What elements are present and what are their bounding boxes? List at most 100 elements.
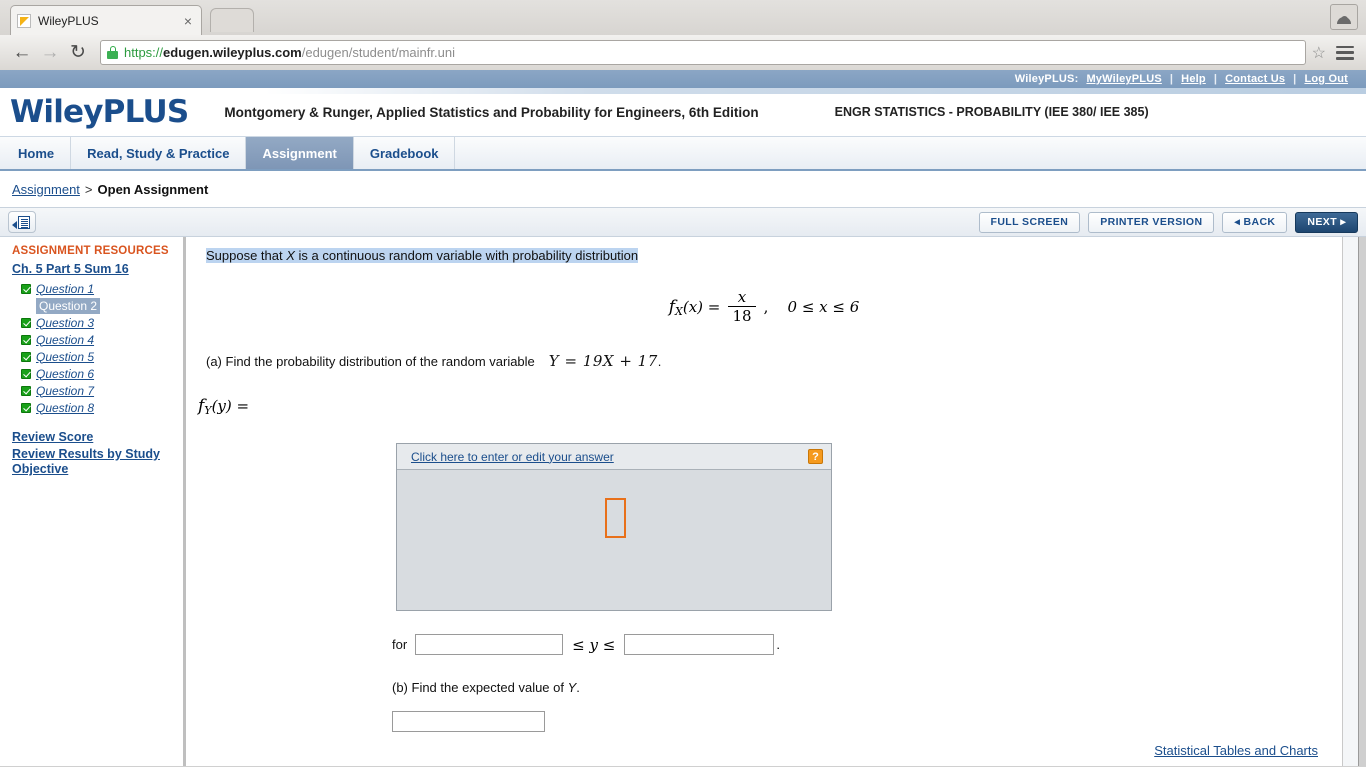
review-score-link[interactable]: Review Score — [12, 430, 172, 445]
browser-chrome: WileyPLUS × ← → ↻ https://edugen.wileypl… — [0, 0, 1366, 70]
reload-icon[interactable]: ↻ — [64, 39, 92, 67]
browser-menu-icon[interactable] — [1336, 45, 1354, 60]
open-equation-editor-link[interactable]: Click here to enter or edit your answer — [411, 450, 808, 464]
answer-editor-canvas[interactable] — [397, 470, 831, 610]
help-icon[interactable]: ? — [808, 449, 823, 464]
browser-nav-bar: ← → ↻ https://edugen.wileyplus.com/eduge… — [0, 35, 1366, 70]
browser-tab-strip: WileyPLUS × — [0, 0, 1366, 35]
next-button[interactable]: NEXT ▸ — [1295, 211, 1358, 233]
answer-editor-panel[interactable]: Click here to enter or edit your answer … — [396, 443, 832, 611]
part-b-prompt: (b) Find the expected value of Y. — [392, 680, 1342, 695]
completed-check-icon — [21, 385, 31, 396]
range-row: for ≤ y ≤ . — [392, 634, 1342, 655]
question-label: Question 6 — [36, 366, 95, 381]
breadcrumb-separator: > — [84, 181, 93, 197]
fraction-numerator: x — [737, 288, 747, 306]
question-label: Question 1 — [36, 281, 95, 296]
url-domain: edugen.wileyplus.com — [163, 45, 302, 60]
url-path: /edugen/student/mainfr.uni — [301, 45, 455, 60]
printer-version-button[interactable]: PRINTER VERSION — [1088, 211, 1215, 233]
breadcrumb: Assignment > Open Assignment — [0, 171, 1366, 207]
breadcrumb-assignment-link[interactable]: Assignment — [12, 182, 80, 197]
content-scrollbar[interactable] — [1342, 237, 1358, 766]
log-out-link[interactable]: Log Out — [1304, 73, 1348, 85]
part-a-expression: Y = 19X + 17 — [548, 352, 658, 370]
sidebar-item-question-7[interactable]: Question 7 — [12, 382, 183, 399]
sidebar-item-question-5[interactable]: Question 5 — [12, 348, 183, 365]
mywileyplus-link[interactable]: MyWileyPLUS — [1086, 73, 1161, 85]
address-bar[interactable]: https://edugen.wileyplus.com/edugen/stud… — [100, 40, 1306, 65]
stem-text-post: is a continuous random variable with pro… — [294, 248, 639, 263]
answer-editor-header: Click here to enter or edit your answer … — [397, 444, 831, 470]
completed-check-icon — [21, 334, 31, 345]
formula-domain: 0 ≤ x ≤ 6 — [787, 298, 860, 316]
page-scrollbar[interactable] — [1358, 237, 1366, 766]
part-b-answer-input[interactable] — [392, 711, 545, 732]
tab-gradebook[interactable]: Gradebook — [354, 137, 456, 169]
primary-nav-tabs: Home Read, Study & Practice Assignment G… — [0, 136, 1366, 171]
wileyplus-header: WileyPLUS Montgomery & Runger, Applied S… — [0, 88, 1366, 136]
fy-label: fY(y) = — [198, 396, 1342, 417]
sidebar-item-question-8[interactable]: Question 8 — [12, 399, 183, 416]
sidebar-item-question-6[interactable]: Question 6 — [12, 365, 183, 382]
section-title: ENGR STATISTICS - PROBABILITY (IEE 380/ … — [834, 105, 1149, 119]
part-a-text: (a) Find the probability distribution of… — [206, 354, 535, 369]
back-button[interactable]: ◂ BACK — [1222, 211, 1288, 233]
utility-separator-1: | — [1169, 73, 1174, 85]
completed-check-icon — [21, 368, 31, 379]
assignment-toolbar: FULL SCREEN PRINTER VERSION ◂ BACK NEXT … — [0, 207, 1366, 237]
formula-comma: , — [763, 298, 769, 316]
range-lower-input[interactable] — [415, 634, 564, 655]
sidebar-item-question-2[interactable]: Question 2 — [12, 297, 183, 314]
toolbar-actions: FULL SCREEN PRINTER VERSION ◂ BACK NEXT … — [978, 211, 1358, 233]
lock-icon — [107, 46, 118, 59]
wileyplus-utility-bar: WileyPLUS: MyWileyPLUS | Help | Contact … — [0, 70, 1366, 88]
completed-check-icon — [21, 402, 31, 413]
formula-subscript-x: X — [675, 305, 683, 318]
sidebar-secondary-links: Review Score Review Results by Study Obj… — [12, 430, 183, 477]
back-icon[interactable]: ← — [8, 39, 36, 67]
help-link[interactable]: Help — [1181, 73, 1206, 85]
fy-subscript-y: Y — [204, 404, 212, 417]
question-stem: Suppose that X is a continuous random va… — [206, 248, 639, 263]
sidebar-chapter-link[interactable]: Ch. 5 Part 5 Sum 16 — [12, 262, 183, 276]
sidebar-title: ASSIGNMENT RESOURCES — [12, 245, 169, 257]
range-for-label: for — [392, 637, 408, 652]
question-label: Question 3 — [36, 315, 95, 330]
question-label: Question 7 — [36, 383, 95, 398]
collapse-panel-icon[interactable] — [8, 211, 36, 233]
sidebar-item-question-4[interactable]: Question 4 — [12, 331, 183, 348]
tab-assignment[interactable]: Assignment — [246, 137, 354, 169]
course-title: Montgomery & Runger, Applied Statistics … — [224, 104, 759, 120]
tab-home[interactable]: Home — [2, 137, 72, 169]
utility-bar-label: WileyPLUS: — [1014, 73, 1079, 85]
completed-check-icon — [21, 283, 31, 294]
utility-separator-2: | — [1213, 73, 1218, 85]
sidebar-item-question-1[interactable]: Question 1 — [12, 280, 183, 297]
close-tab-icon[interactable]: × — [181, 14, 195, 28]
question-stem-wrapper: Suppose that X is a continuous random va… — [186, 247, 1342, 265]
full-screen-button[interactable]: FULL SCREEN — [978, 211, 1081, 233]
fy-arg: (y) = — [211, 397, 250, 415]
wileyplus-logo: WileyPLUS — [10, 94, 189, 130]
equation-placeholder-box[interactable] — [605, 498, 626, 538]
wileyplus-favicon-icon — [17, 13, 31, 28]
tab-read-study-practice[interactable]: Read, Study & Practice — [71, 137, 247, 169]
range-upper-input[interactable] — [624, 634, 775, 655]
completed-check-icon — [21, 317, 31, 328]
main-area: ASSIGNMENT RESOURCES Ch. 5 Part 5 Sum 16… — [0, 237, 1366, 766]
question-label: Question 4 — [36, 332, 95, 347]
forward-icon: → — [40, 41, 60, 63]
statistical-tables-link[interactable]: Statistical Tables and Charts — [1154, 743, 1318, 758]
new-tab-button[interactable] — [210, 8, 254, 32]
stem-variable-x: X — [286, 248, 295, 263]
part-b-text-pre: (b) Find the expected value of — [392, 680, 568, 695]
stem-text-pre: Suppose that — [206, 248, 287, 263]
profile-avatar-icon[interactable] — [1330, 4, 1358, 30]
contact-us-link[interactable]: Contact Us — [1225, 73, 1285, 85]
review-results-link[interactable]: Review Results by Study Objective — [12, 447, 172, 477]
browser-tab-wileyplus[interactable]: WileyPLUS × — [10, 5, 202, 35]
question-label: Question 2 — [36, 297, 101, 314]
bookmark-star-icon[interactable]: ☆ — [1312, 43, 1326, 63]
sidebar-item-question-3[interactable]: Question 3 — [12, 314, 183, 331]
